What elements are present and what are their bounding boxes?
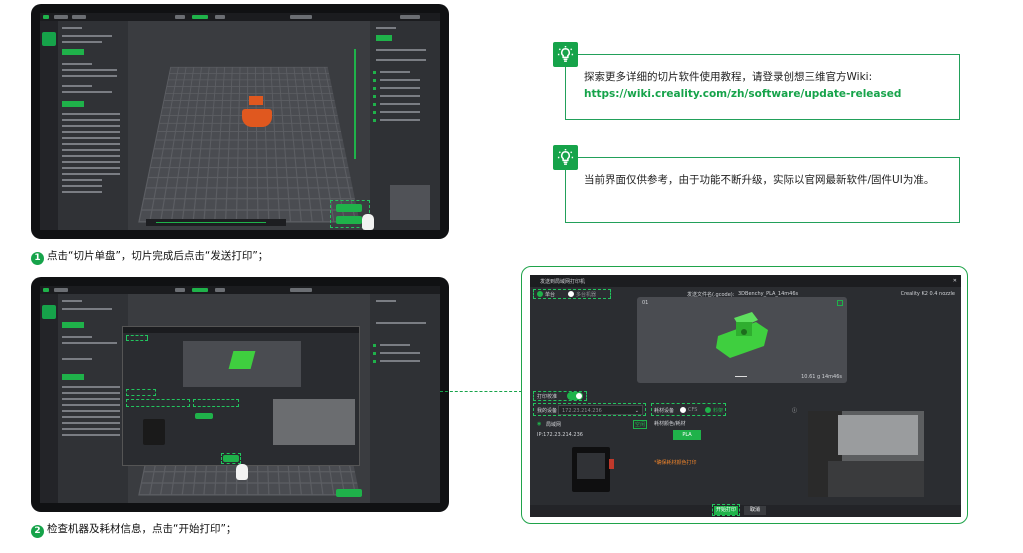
- tool-sidebar: [40, 21, 58, 230]
- dialog-zoom-callout: 发送到局域网打印机 ✕ 单台 多台机器 发送文件名(.gcode): 3DBen…: [521, 266, 968, 524]
- start-print-button[interactable]: 开始打印: [714, 506, 738, 515]
- tab-preview[interactable]: [192, 15, 208, 19]
- ip-address: IP:172.23.214.236: [537, 432, 583, 438]
- creality-logo: [42, 305, 56, 319]
- step-1-caption: 1 点击“切片单盘”，切片完成后点击“发送打印”；: [31, 248, 268, 265]
- pointer-hand-icon: [362, 214, 374, 230]
- preview-stats: 10.61 g 14m46s: [801, 374, 842, 380]
- plate-selected-icon[interactable]: [837, 300, 843, 306]
- lan-mode-radio[interactable]: [537, 291, 543, 297]
- tip-notice-text: 当前界面仅供参考，由于功能不断升级，实际以官网最新软件/固件UI为准。: [584, 174, 935, 186]
- camera-feed: [808, 411, 924, 497]
- left-settings-panel: [58, 21, 128, 230]
- left-settings-panel: [58, 294, 128, 503]
- cfs-radio[interactable]: [680, 407, 686, 413]
- step-2-caption: 2 检查机器及耗材信息，点击“开始打印”；: [31, 521, 236, 538]
- step-number-badge: 2: [31, 525, 44, 538]
- leveling-toggle[interactable]: [567, 392, 583, 400]
- tip-wiki-text: 探索更多详细的切片软件使用教程，请登录创想三维官方Wiki:: [584, 71, 873, 83]
- tab-prepare[interactable]: [175, 15, 185, 19]
- model-benchy[interactable]: [241, 108, 272, 127]
- filament-pla-chip[interactable]: PLA: [673, 430, 701, 440]
- slicer-topbar: [40, 286, 440, 294]
- cancel-button[interactable]: 取消: [744, 506, 766, 515]
- warning-text: *确保耗材颜色打印: [654, 460, 697, 466]
- slicer-window: [40, 13, 440, 230]
- printer-model: Creality K2 0.4 nozzle: [900, 291, 955, 297]
- spool-radio[interactable]: [705, 407, 711, 413]
- close-icon[interactable]: ✕: [953, 278, 957, 284]
- dialog-title: 发送到局域网打印机: [540, 279, 586, 285]
- send-print-dialog: [122, 326, 360, 466]
- creality-logo: [42, 32, 56, 46]
- info-icon[interactable]: ⓘ: [792, 407, 797, 414]
- online-badge: 空闲: [633, 420, 648, 429]
- wifi-icon: ◉: [537, 421, 542, 427]
- step-number-badge: 1: [31, 252, 44, 265]
- dashed-connector: [440, 391, 522, 392]
- step-text: 检查机器及耗材信息，点击“开始打印”；: [47, 523, 237, 535]
- slicer-window: [40, 286, 440, 503]
- lightbulb-icon: [553, 42, 578, 67]
- 3d-viewport[interactable]: [128, 21, 370, 230]
- slicer-topbar: [40, 13, 440, 21]
- tablet-slicer-screenshot-1: [31, 4, 449, 239]
- multi-mode-radio[interactable]: [568, 291, 574, 297]
- tip-box-ui-notice: 当前界面仅供参考，由于功能不断升级，实际以官网最新软件/固件UI为准。: [553, 145, 960, 223]
- send-print-dialog-enlarged: 发送到局域网打印机 ✕ 单台 多台机器 发送文件名(.gcode): 3DBen…: [530, 275, 961, 517]
- tool-sidebar: [40, 294, 58, 503]
- step-text: 点击“切片单盘”，切片完成后点击“发送打印”；: [47, 250, 269, 262]
- pointer-hand-icon: [236, 464, 248, 480]
- tab-device[interactable]: [215, 15, 225, 19]
- gcode-progress-slider[interactable]: [146, 219, 286, 226]
- dialog-titlebar: 发送到局域网打印机 ✕: [530, 275, 961, 287]
- right-settings-panel: [370, 21, 440, 230]
- printer-image: [572, 447, 614, 492]
- tablet-slicer-screenshot-2: [31, 277, 449, 512]
- send-print-button[interactable]: [336, 489, 362, 497]
- right-settings-panel: [370, 294, 440, 503]
- device-select[interactable]: 172.23.214.236 ⌄: [558, 405, 643, 415]
- chevron-down-icon: ⌄: [634, 408, 639, 414]
- tip-box-wiki: 探索更多详细的切片软件使用教程，请登录创想三维官方Wiki: https://w…: [553, 42, 960, 120]
- wiki-link[interactable]: https://wiki.creality.com/zh/software/up…: [584, 86, 951, 103]
- lightbulb-icon: [553, 145, 578, 170]
- build-plate: [138, 67, 360, 223]
- layer-slider[interactable]: [354, 49, 356, 159]
- benchy-model-preview: [716, 312, 768, 358]
